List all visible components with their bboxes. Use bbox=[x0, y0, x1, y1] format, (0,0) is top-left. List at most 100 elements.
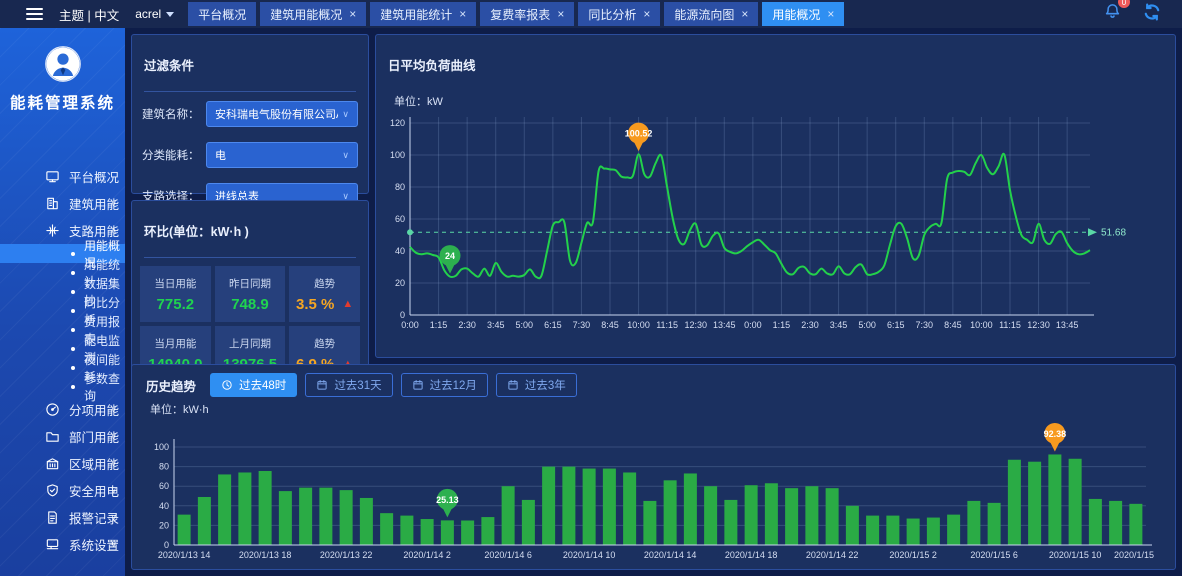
bar[interactable] bbox=[603, 469, 616, 545]
bar[interactable] bbox=[745, 485, 758, 545]
bar[interactable] bbox=[259, 471, 272, 545]
filter-select[interactable]: 安科瑞电气股份有限公司A楼∨ bbox=[206, 101, 358, 127]
clock-icon bbox=[221, 379, 233, 391]
sidebar: 能耗管理系统 平台概况建筑用能∨支路用能∧用能概况用能统计数据集抄同比分析费用报… bbox=[0, 28, 125, 576]
settings-icon bbox=[45, 537, 60, 552]
tab-建筑用能统计[interactable]: 建筑用能统计× bbox=[370, 2, 476, 26]
user-menu[interactable]: acrel bbox=[135, 7, 174, 21]
svg-text:7:30: 7:30 bbox=[916, 320, 934, 330]
tab-能源流向图[interactable]: 能源流向图× bbox=[664, 2, 758, 26]
bullet-icon bbox=[71, 309, 75, 313]
tab-close-icon[interactable]: × bbox=[741, 8, 748, 20]
bar[interactable] bbox=[583, 469, 596, 545]
theme-language-label[interactable]: 主题 | 中文 bbox=[59, 5, 119, 24]
bar[interactable] bbox=[1089, 499, 1102, 545]
bar[interactable] bbox=[1008, 460, 1021, 545]
tab-close-icon[interactable]: × bbox=[459, 8, 466, 20]
bar[interactable] bbox=[805, 486, 818, 545]
bar[interactable] bbox=[441, 520, 454, 545]
bar[interactable] bbox=[664, 480, 677, 545]
history-trend-bar-chart[interactable]: 0204060801002020/1/13 142020/1/13 182020… bbox=[132, 417, 1158, 569]
filter-select[interactable]: 电∨ bbox=[206, 142, 358, 168]
history-header: 历史趋势 过去48时过去31天过去12月过去3年 bbox=[132, 365, 1175, 399]
cell-value: 748.9 bbox=[231, 296, 269, 313]
button-label: 过去3年 bbox=[525, 377, 566, 393]
bar[interactable] bbox=[461, 521, 474, 546]
tab-平台概况[interactable]: 平台概况 bbox=[188, 2, 256, 26]
bar[interactable] bbox=[299, 488, 312, 545]
bar[interactable] bbox=[907, 519, 920, 545]
svg-text:1:15: 1:15 bbox=[773, 320, 791, 330]
bar[interactable] bbox=[1069, 459, 1082, 545]
avatar[interactable] bbox=[45, 46, 81, 82]
bar[interactable] bbox=[340, 490, 353, 545]
bar[interactable] bbox=[866, 516, 879, 545]
history-range-button-过去31天[interactable]: 过去31天 bbox=[305, 373, 392, 397]
bar[interactable] bbox=[481, 517, 494, 545]
refresh-icon[interactable] bbox=[1142, 2, 1162, 27]
bar[interactable] bbox=[765, 483, 778, 545]
bar[interactable] bbox=[724, 500, 737, 545]
bar[interactable] bbox=[947, 515, 960, 545]
tab-close-icon[interactable]: × bbox=[349, 8, 356, 20]
sidebar-item-平台概况[interactable]: 平台概况 bbox=[0, 163, 125, 190]
bar[interactable] bbox=[704, 486, 717, 545]
bar[interactable] bbox=[380, 513, 393, 545]
bar[interactable] bbox=[684, 473, 697, 545]
bar[interactable] bbox=[238, 472, 251, 545]
bar[interactable] bbox=[927, 518, 940, 545]
bar[interactable] bbox=[218, 474, 231, 545]
bar[interactable] bbox=[886, 516, 899, 545]
sidebar-item-安全用电[interactable]: 安全用电∨ bbox=[0, 477, 125, 504]
tab-复费率报表[interactable]: 复费率报表× bbox=[480, 2, 574, 26]
sidebar-item-区域用能[interactable]: 区域用能∨ bbox=[0, 450, 125, 477]
chevron-down-icon: ∨ bbox=[342, 150, 349, 161]
cell-label: 当月用能 bbox=[154, 336, 196, 351]
svg-text:2020/1/14 18: 2020/1/14 18 bbox=[725, 550, 778, 560]
hamburger-menu-icon[interactable] bbox=[26, 8, 43, 20]
tab-同比分析[interactable]: 同比分析× bbox=[578, 2, 660, 26]
chart-marker: 25.13 bbox=[436, 489, 459, 518]
bar[interactable] bbox=[360, 498, 373, 545]
sidebar-item-系统设置[interactable]: 系统设置∨ bbox=[0, 531, 125, 558]
bar[interactable] bbox=[1048, 454, 1061, 545]
history-range-button-过去3年[interactable]: 过去3年 bbox=[496, 373, 577, 397]
bar[interactable] bbox=[400, 516, 413, 545]
notification-bell-icon[interactable]: 0 bbox=[1103, 2, 1122, 26]
sidebar-item-报警记录[interactable]: 报警记录∨ bbox=[0, 504, 125, 531]
bar[interactable] bbox=[198, 497, 211, 545]
bar[interactable] bbox=[502, 486, 515, 545]
tab-用能概况[interactable]: 用能概况× bbox=[762, 2, 844, 26]
bar[interactable] bbox=[1028, 462, 1041, 545]
bar[interactable] bbox=[178, 515, 191, 545]
tab-close-icon[interactable]: × bbox=[827, 8, 834, 20]
bar[interactable] bbox=[319, 488, 332, 545]
bar[interactable] bbox=[1109, 501, 1122, 545]
history-range-button-过去48时[interactable]: 过去48时 bbox=[210, 373, 297, 397]
bar[interactable] bbox=[643, 501, 656, 545]
bar[interactable] bbox=[279, 491, 292, 545]
tab-close-icon[interactable]: × bbox=[557, 8, 564, 20]
bar[interactable] bbox=[826, 488, 839, 545]
bar[interactable] bbox=[562, 467, 575, 545]
bar[interactable] bbox=[967, 501, 980, 545]
main-content: 过滤条件 建筑名称：安科瑞电气股份有限公司A楼∨分类能耗：电∨支路选择：进线总表… bbox=[125, 28, 1182, 576]
history-range-button-过去12月[interactable]: 过去12月 bbox=[401, 373, 488, 397]
bar[interactable] bbox=[542, 467, 555, 545]
tab-建筑用能概况[interactable]: 建筑用能概况× bbox=[260, 2, 366, 26]
sidebar-item-建筑用能[interactable]: 建筑用能∨ bbox=[0, 190, 125, 217]
sidebar-subitem-参数查询[interactable]: 参数查询 bbox=[0, 377, 125, 396]
bar[interactable] bbox=[522, 500, 535, 545]
bar[interactable] bbox=[421, 519, 434, 545]
svg-text:6:15: 6:15 bbox=[887, 320, 905, 330]
bar[interactable] bbox=[846, 506, 859, 545]
bar[interactable] bbox=[1129, 504, 1142, 545]
bar[interactable] bbox=[623, 472, 636, 545]
sidebar-item-分项用能[interactable]: 分项用能∨ bbox=[0, 396, 125, 423]
bar[interactable] bbox=[785, 488, 798, 545]
sidebar-item-部门用能[interactable]: 部门用能∨ bbox=[0, 423, 125, 450]
tab-close-icon[interactable]: × bbox=[643, 8, 650, 20]
daily-load-line-chart[interactable]: 0:001:152:303:455:006:157:308:4510:0011:… bbox=[376, 109, 1152, 339]
bar[interactable] bbox=[988, 503, 1001, 545]
chevron-down-icon: ∨ bbox=[110, 431, 117, 442]
